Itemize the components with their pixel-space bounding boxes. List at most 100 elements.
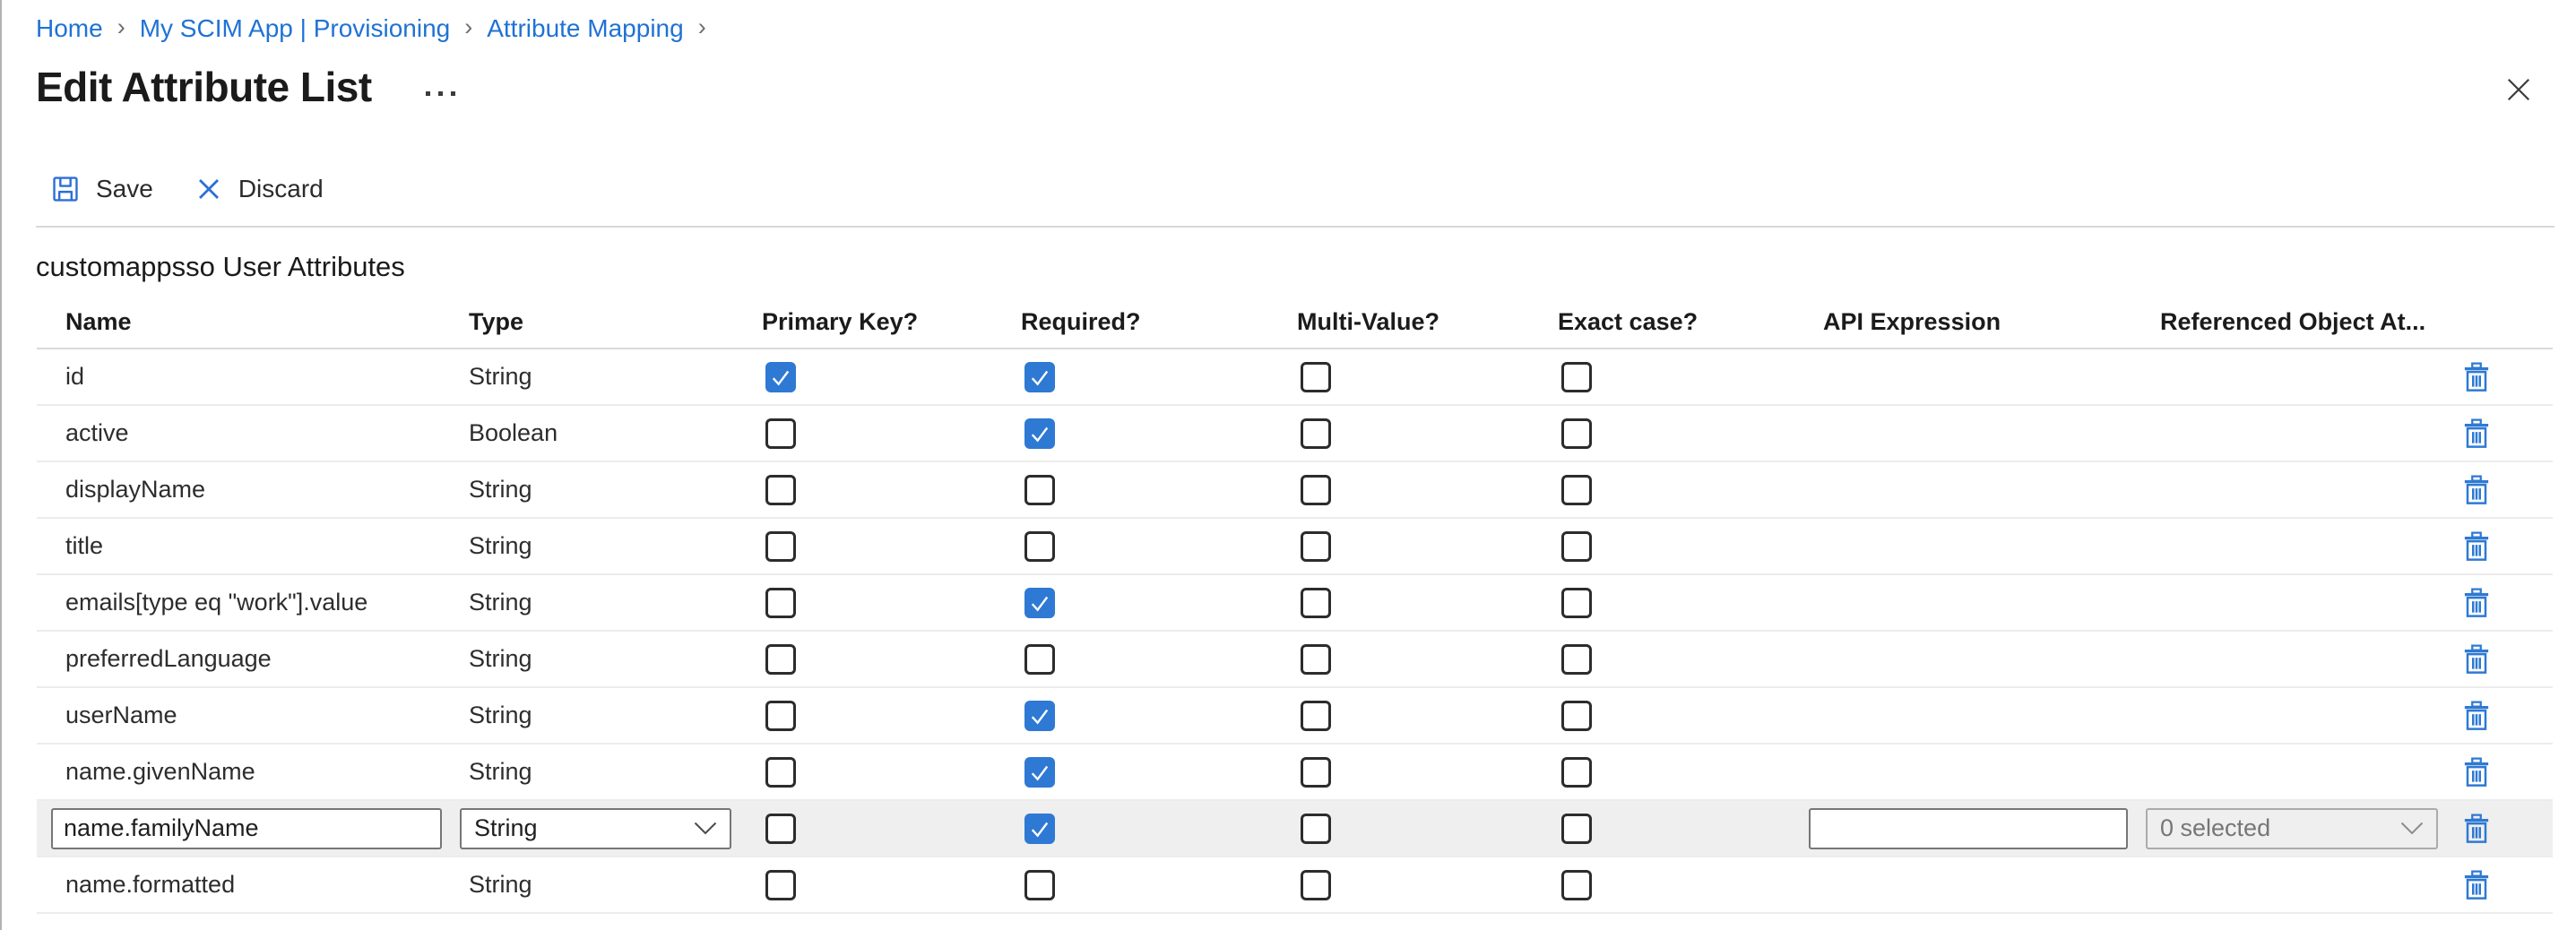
attribute-name: id bbox=[65, 363, 84, 391]
primary-key-checkbox[interactable] bbox=[765, 870, 796, 900]
required-checkbox[interactable] bbox=[1024, 644, 1055, 675]
multi-value-checkbox[interactable] bbox=[1301, 418, 1331, 449]
primary-key-checkbox[interactable] bbox=[765, 362, 796, 392]
attribute-row: name.givenName String String bbox=[37, 745, 2553, 801]
required-checkbox[interactable] bbox=[1024, 531, 1055, 562]
attribute-name: title bbox=[65, 532, 103, 560]
referenced-object-select[interactable]: 0 selected bbox=[2146, 808, 2438, 849]
attribute-row: id String String bbox=[37, 349, 2553, 406]
multi-value-checkbox[interactable] bbox=[1301, 644, 1331, 675]
delete-attribute-button[interactable] bbox=[2463, 588, 2490, 618]
attribute-row: emails[type eq "work"].value String Stri… bbox=[37, 575, 2553, 632]
discard-icon bbox=[194, 175, 223, 203]
col-header-name: Name bbox=[65, 308, 469, 336]
required-checkbox[interactable] bbox=[1024, 814, 1055, 844]
api-expression-input[interactable] bbox=[1809, 808, 2128, 849]
check-icon bbox=[1028, 704, 1051, 728]
exact-case-checkbox[interactable] bbox=[1561, 475, 1592, 505]
more-icon[interactable] bbox=[422, 88, 459, 99]
trash-icon bbox=[2463, 475, 2490, 505]
required-checkbox[interactable] bbox=[1024, 418, 1055, 449]
primary-key-checkbox[interactable] bbox=[765, 644, 796, 675]
delete-attribute-button[interactable] bbox=[2463, 757, 2490, 788]
required-checkbox[interactable] bbox=[1024, 362, 1055, 392]
primary-key-checkbox[interactable] bbox=[765, 418, 796, 449]
primary-key-checkbox[interactable] bbox=[765, 814, 796, 844]
exact-case-checkbox[interactable] bbox=[1561, 418, 1592, 449]
delete-attribute-button[interactable] bbox=[2463, 531, 2490, 562]
exact-case-checkbox[interactable] bbox=[1561, 814, 1592, 844]
col-header-type: Type bbox=[469, 308, 762, 336]
multi-value-checkbox[interactable] bbox=[1301, 701, 1331, 731]
type-select[interactable]: String bbox=[460, 808, 731, 849]
col-header-exact-case: Exact case? bbox=[1558, 308, 1823, 336]
attribute-row: active Boolean Boolean bbox=[37, 406, 2553, 462]
exact-case-checkbox[interactable] bbox=[1561, 701, 1592, 731]
multi-value-checkbox[interactable] bbox=[1301, 814, 1331, 844]
multi-value-checkbox[interactable] bbox=[1301, 757, 1331, 788]
primary-key-checkbox[interactable] bbox=[765, 531, 796, 562]
multi-value-checkbox[interactable] bbox=[1301, 870, 1331, 900]
attribute-row: preferredLanguage String String bbox=[37, 632, 2553, 688]
breadcrumb-home[interactable]: Home bbox=[36, 14, 103, 43]
multi-value-checkbox[interactable] bbox=[1301, 362, 1331, 392]
check-icon bbox=[1028, 591, 1051, 615]
close-button[interactable] bbox=[2503, 73, 2535, 106]
page-title: Edit Attribute List bbox=[36, 63, 372, 111]
delete-attribute-button[interactable] bbox=[2463, 362, 2490, 392]
col-header-primary-key: Primary Key? bbox=[762, 308, 1021, 336]
attribute-name: displayName bbox=[65, 476, 205, 504]
trash-icon bbox=[2463, 757, 2490, 788]
primary-key-checkbox[interactable] bbox=[765, 757, 796, 788]
toolbar-divider bbox=[36, 226, 2554, 228]
type-select-value: String bbox=[474, 814, 538, 842]
section-title: customappsso User Attributes bbox=[36, 251, 405, 283]
discard-button[interactable]: Discard bbox=[187, 174, 331, 204]
dot bbox=[438, 91, 443, 96]
delete-attribute-button[interactable] bbox=[2463, 644, 2490, 675]
breadcrumb-separator-icon: › bbox=[464, 13, 472, 41]
exact-case-checkbox[interactable] bbox=[1561, 644, 1592, 675]
primary-key-checkbox[interactable] bbox=[765, 588, 796, 618]
required-checkbox[interactable] bbox=[1024, 757, 1055, 788]
delete-attribute-button[interactable] bbox=[2463, 701, 2490, 731]
required-checkbox[interactable] bbox=[1024, 701, 1055, 731]
trash-icon bbox=[2463, 701, 2490, 731]
breadcrumb-provisioning[interactable]: My SCIM App | Provisioning bbox=[140, 14, 451, 43]
primary-key-checkbox[interactable] bbox=[765, 701, 796, 731]
attribute-type: String bbox=[469, 476, 532, 504]
multi-value-checkbox[interactable] bbox=[1301, 531, 1331, 562]
primary-key-checkbox[interactable] bbox=[765, 475, 796, 505]
exact-case-checkbox[interactable] bbox=[1561, 757, 1592, 788]
delete-attribute-button[interactable] bbox=[2463, 418, 2490, 449]
table-header: Name Type Primary Key? Required? Multi-V… bbox=[37, 296, 2553, 349]
chevron-down-icon bbox=[694, 822, 717, 835]
multi-value-checkbox[interactable] bbox=[1301, 588, 1331, 618]
required-checkbox[interactable] bbox=[1024, 870, 1055, 900]
exact-case-checkbox[interactable] bbox=[1561, 870, 1592, 900]
multi-value-checkbox[interactable] bbox=[1301, 475, 1331, 505]
attribute-type: String bbox=[469, 363, 532, 391]
delete-attribute-button[interactable] bbox=[2463, 870, 2490, 900]
delete-attribute-button[interactable] bbox=[2463, 475, 2490, 505]
delete-attribute-button[interactable] bbox=[2463, 814, 2490, 844]
trash-icon bbox=[2463, 418, 2490, 449]
exact-case-checkbox[interactable] bbox=[1561, 362, 1592, 392]
check-icon bbox=[1028, 761, 1051, 784]
required-checkbox[interactable] bbox=[1024, 588, 1055, 618]
save-button[interactable]: Save bbox=[43, 174, 160, 204]
attribute-row: name.formatted String String bbox=[37, 857, 2553, 914]
breadcrumb-attribute-mapping[interactable]: Attribute Mapping bbox=[487, 14, 683, 43]
required-checkbox[interactable] bbox=[1024, 475, 1055, 505]
title-row: Edit Attribute List bbox=[36, 63, 459, 111]
chevron-down-icon bbox=[2400, 822, 2424, 835]
exact-case-checkbox[interactable] bbox=[1561, 588, 1592, 618]
attribute-name: name.givenName bbox=[65, 758, 255, 786]
breadcrumb-separator-icon: › bbox=[117, 13, 125, 41]
attribute-name-input[interactable] bbox=[51, 808, 442, 849]
exact-case-checkbox[interactable] bbox=[1561, 531, 1592, 562]
attribute-name: preferredLanguage bbox=[65, 645, 272, 673]
attribute-row: name.familyName String String bbox=[37, 801, 2553, 857]
attribute-name: userName bbox=[65, 702, 177, 729]
col-header-api-expression: API Expression bbox=[1823, 308, 2160, 336]
